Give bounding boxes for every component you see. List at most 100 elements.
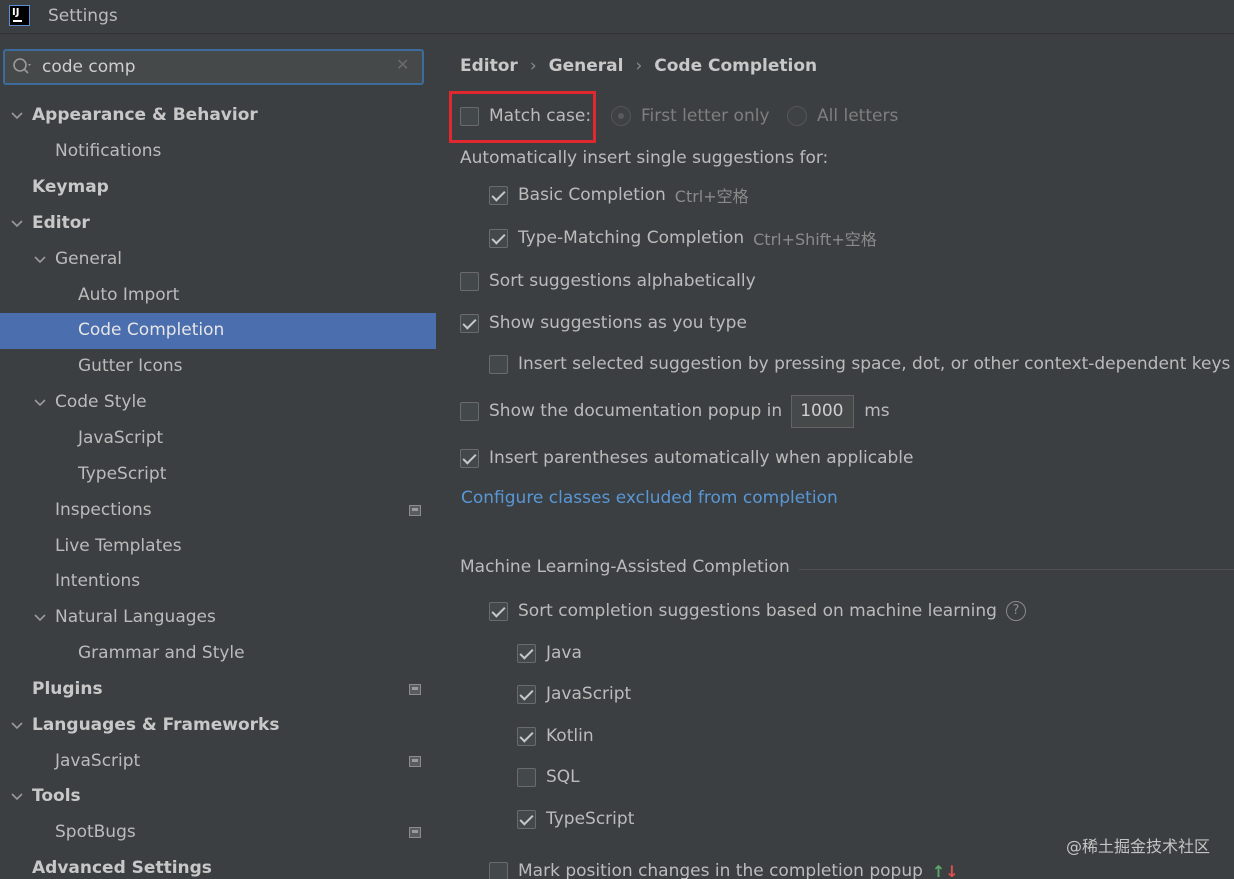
parens-row: Insert parentheses automatically when ap… [460, 446, 914, 470]
tree-item-label: Intentions [55, 571, 141, 591]
tree-item-label: Inspections [55, 500, 152, 520]
tree-item-tools[interactable]: Tools [0, 779, 436, 815]
tree-item-code-style[interactable]: Code Style [0, 385, 436, 421]
basic-completion-shortcut: Ctrl+空格 [674, 187, 749, 206]
tree-item-label: Grammar and Style [78, 643, 245, 663]
sort-ml-checkbox[interactable] [489, 601, 508, 621]
chevron-right-icon: › [635, 56, 643, 76]
mark-changes-checkbox[interactable] [489, 861, 508, 879]
tree-item-languages-frameworks[interactable]: Languages & Frameworks [0, 708, 436, 744]
tree-item-grammar-and-style[interactable]: Grammar and Style [0, 636, 436, 672]
watermark: @稀土掘金技术社区 [1065, 837, 1210, 856]
tree-item-label: JavaScript [55, 751, 141, 771]
mark-changes-row: Mark position changes in the completion … [489, 859, 959, 879]
tree-item-javascript[interactable]: JavaScript [0, 421, 436, 457]
help-icon[interactable]: ? [1005, 601, 1026, 621]
insert-selected-checkbox[interactable] [489, 354, 508, 374]
parens-checkbox[interactable] [460, 448, 479, 468]
tree-item-inspections[interactable]: Inspections [0, 493, 436, 529]
sort-ml-row: Sort completion suggestions based on mac… [489, 599, 1026, 623]
tree-item-label: Editor [32, 213, 90, 233]
tree-item-live-templates[interactable]: Live Templates [0, 529, 436, 565]
tree-item-label: Keymap [32, 177, 109, 197]
project-settings-icon [409, 756, 421, 767]
configure-link-row: Configure classes excluded from completi… [461, 486, 838, 510]
section-divider [799, 569, 1234, 570]
ml-java-checkbox[interactable] [517, 643, 536, 663]
insert-selected-label: Insert selected suggestion by pressing s… [518, 354, 1231, 374]
ml-sql-label: SQL [546, 767, 580, 787]
sort-alpha-checkbox[interactable] [460, 271, 479, 291]
configure-excluded-classes-link[interactable]: Configure classes excluded from completi… [461, 488, 838, 508]
parens-label: Insert parentheses automatically when ap… [489, 448, 914, 468]
chevron-down-icon[interactable] [33, 253, 47, 267]
first-letter-radio[interactable] [611, 106, 631, 126]
clear-search-icon[interactable]: ✕ [396, 57, 412, 73]
doc-popup-checkbox[interactable] [460, 401, 479, 421]
auto-insert-heading: Automatically insert single suggestions … [460, 146, 828, 170]
chevron-down-icon[interactable] [10, 109, 24, 123]
ml-java-label: Java [546, 643, 582, 663]
basic-completion-label: Basic Completion [518, 185, 666, 205]
search-value: code comp [42, 57, 136, 77]
type-matching-checkbox[interactable] [489, 228, 508, 248]
ml-lang-kotlin-row: Kotlin [517, 724, 594, 748]
ml-javascript-checkbox[interactable] [517, 684, 536, 704]
tree-item-spotbugs[interactable]: SpotBugs [0, 815, 436, 851]
ml-kotlin-checkbox[interactable] [517, 726, 536, 746]
tree-item-appearance[interactable]: Appearance & Behavior [0, 98, 436, 134]
show-as-type-checkbox[interactable] [460, 313, 479, 333]
breadcrumb-editor[interactable]: Editor [460, 56, 518, 76]
tree-item-keymap[interactable]: Keymap [0, 170, 436, 206]
ml-section-title: Machine Learning-Assisted Completion [460, 557, 790, 577]
basic-completion-row: Basic Completion Ctrl+空格 [489, 183, 749, 207]
ml-typescript-checkbox[interactable] [517, 809, 536, 829]
tree-item-label: Plugins [32, 679, 103, 699]
tree-item-plugins[interactable]: Plugins [0, 672, 436, 708]
title-bar: IJ Settings [0, 0, 1234, 34]
type-matching-row: Type-Matching Completion Ctrl+Shift+空格 [489, 226, 877, 250]
match-case-checkbox[interactable] [460, 106, 479, 126]
ml-lang-typescript-row: TypeScript [517, 807, 634, 831]
ml-sql-checkbox[interactable] [517, 767, 536, 787]
search-icon[interactable] [12, 57, 34, 77]
tree-item-auto-import[interactable]: Auto Import [0, 278, 436, 314]
tree-item-gutter-icons[interactable]: Gutter Icons [0, 349, 436, 385]
chevron-down-icon[interactable] [33, 396, 47, 410]
breadcrumb-general[interactable]: General [549, 56, 624, 76]
chevron-down-icon[interactable] [10, 719, 24, 733]
tree-item-label: JavaScript [78, 428, 164, 448]
tree-item-label: Appearance & Behavior [32, 105, 258, 125]
search-input[interactable]: code comp ✕ [3, 49, 424, 85]
tree-item-advanced-settings[interactable]: Advanced Settings [0, 851, 436, 879]
tree-item-editor[interactable]: Editor [0, 206, 436, 242]
all-letters-label: All letters [817, 106, 899, 126]
doc-popup-delay-input[interactable]: 1000 [791, 394, 855, 428]
doc-popup-unit: ms [864, 401, 890, 421]
show-as-type-label: Show suggestions as you type [489, 313, 747, 333]
tree-item-lang-javascript[interactable]: JavaScript [0, 744, 436, 780]
tree-item-natural-languages[interactable]: Natural Languages [0, 600, 436, 636]
insert-selected-row: Insert selected suggestion by pressing s… [489, 352, 1230, 376]
ml-kotlin-label: Kotlin [546, 726, 594, 746]
tree-item-label: SpotBugs [55, 822, 136, 842]
breadcrumb: Editor › General › Code Completion [460, 56, 817, 76]
tree-item-code-completion[interactable]: Code Completion [0, 313, 436, 349]
auto-insert-heading-text: Automatically insert single suggestions … [460, 148, 829, 168]
ml-typescript-label: TypeScript [546, 809, 635, 829]
tree-item-intentions[interactable]: Intentions [0, 564, 436, 600]
chevron-down-icon[interactable] [10, 217, 24, 231]
tree-item-notifications[interactable]: Notifications [0, 134, 436, 170]
first-letter-label: First letter only [641, 106, 770, 126]
all-letters-radio[interactable] [787, 106, 807, 126]
chevron-right-icon: › [529, 56, 537, 76]
basic-completion-checkbox[interactable] [489, 185, 508, 205]
tree-item-general[interactable]: General [0, 242, 436, 278]
chevron-down-icon[interactable] [33, 611, 47, 625]
chevron-down-icon[interactable] [10, 790, 24, 804]
tree-item-label: Gutter Icons [78, 356, 183, 376]
tree-item-label: Auto Import [78, 285, 180, 305]
tree-item-typescript[interactable]: TypeScript [0, 457, 436, 493]
settings-content: Editor › General › Code Completion Match… [436, 35, 1234, 879]
match-case-row: Match case: [460, 104, 591, 128]
